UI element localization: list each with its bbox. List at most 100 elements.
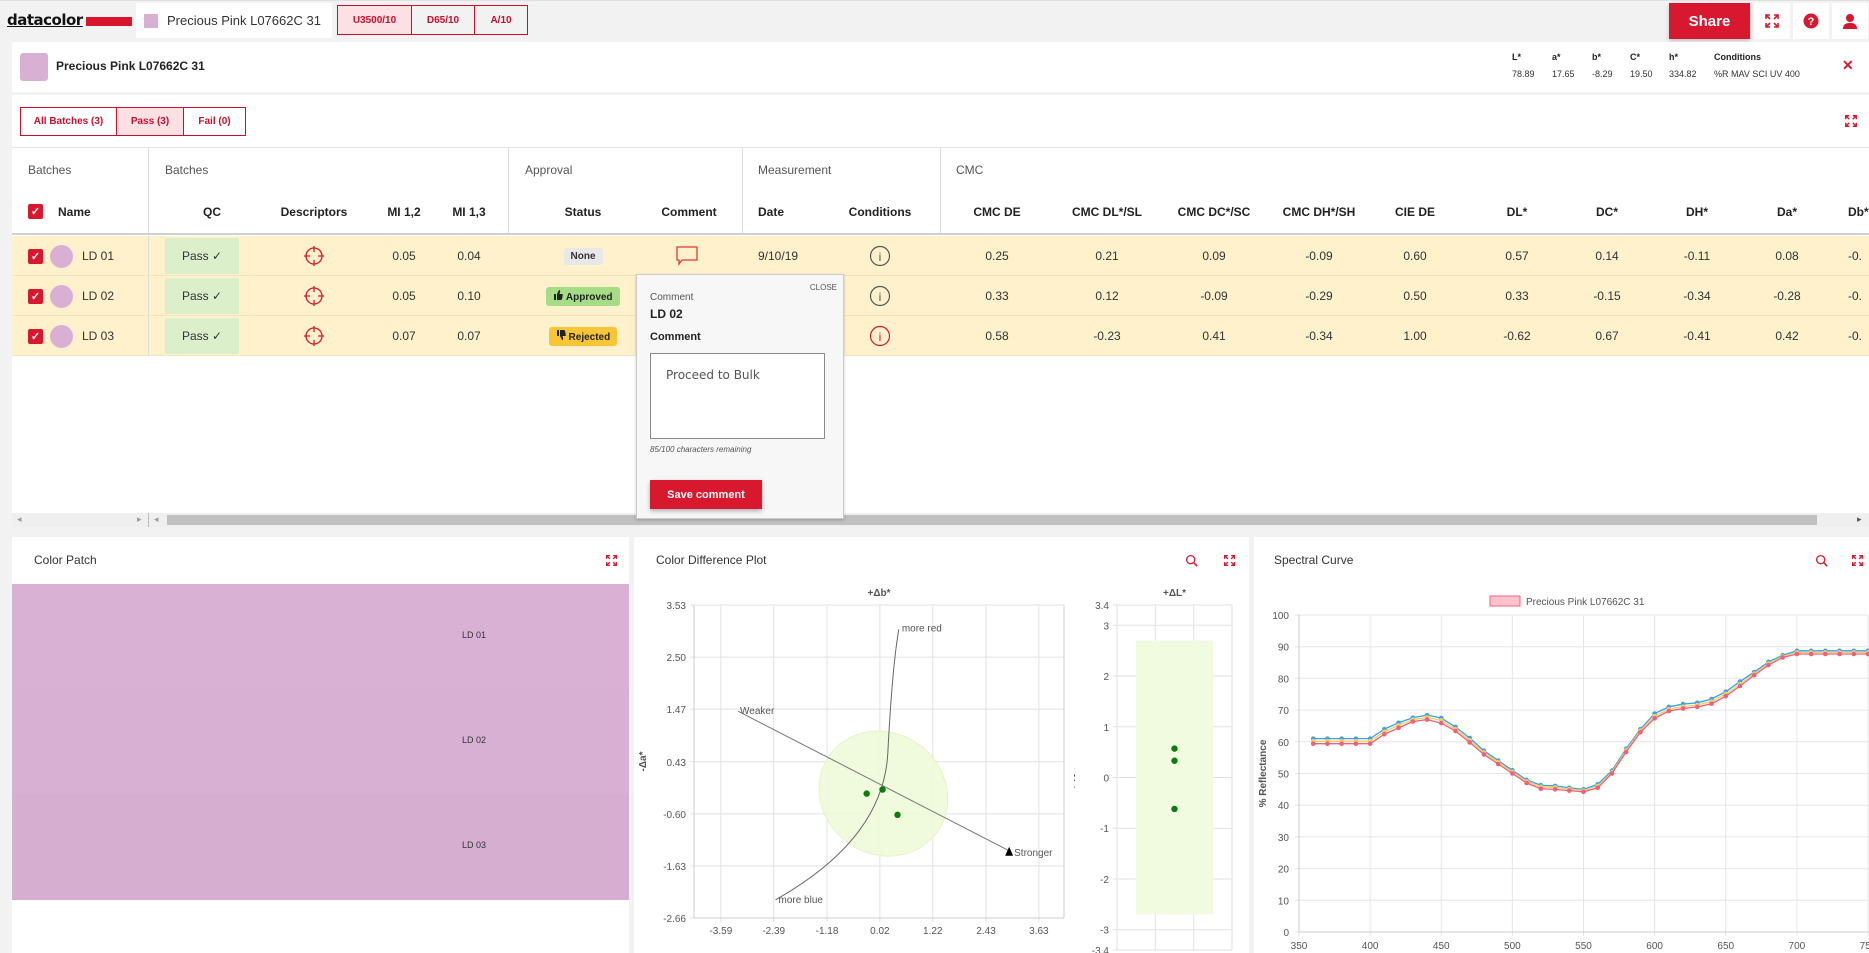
data-point bbox=[1453, 728, 1458, 734]
descriptors-button[interactable] bbox=[302, 236, 326, 276]
x-tick-label: 650 bbox=[1717, 941, 1734, 952]
col-dl[interactable]: DL* bbox=[1472, 205, 1562, 219]
select-all-checkbox[interactable]: ✓ bbox=[28, 204, 43, 219]
scroll-right-icon[interactable]: ▸ bbox=[1857, 514, 1862, 525]
color-difference-panel: Color Difference Plot +Δb* -Δa* 3.53 2.50 1.… bbox=[634, 537, 1249, 953]
header-swatch bbox=[20, 53, 48, 81]
col-qc[interactable]: QC bbox=[167, 205, 257, 219]
col-mi12[interactable]: MI 1,2 bbox=[374, 205, 434, 219]
scroll-right-icon[interactable]: ▸ bbox=[137, 514, 142, 525]
data-point bbox=[1851, 651, 1857, 657]
col-dc[interactable]: DC* bbox=[1562, 205, 1652, 219]
col-cmc-dc[interactable]: CMC DC*/SC bbox=[1159, 205, 1269, 219]
data-point bbox=[1794, 651, 1800, 657]
close-icon[interactable]: ✕ bbox=[1842, 57, 1854, 74]
standard-selector[interactable]: Precious Pink L07662C 31 bbox=[136, 3, 332, 38]
user-button[interactable] bbox=[1832, 3, 1868, 39]
horizontal-scrollbar[interactable]: ◂ ▸ ◂ ▸ bbox=[12, 513, 1869, 527]
legend-label: Precious Pink L07662C 31 bbox=[1526, 597, 1645, 608]
data-point bbox=[1339, 741, 1344, 747]
approval-status-badge[interactable]: Rejected bbox=[548, 326, 618, 346]
filter-pass[interactable]: Pass (3) bbox=[117, 108, 184, 135]
batch-name[interactable]: LD 02 bbox=[82, 276, 114, 316]
comment-icon bbox=[676, 246, 698, 266]
filter-fail[interactable]: Fail (0) bbox=[184, 108, 245, 135]
qc-pass-badge: Pass ✓ bbox=[165, 318, 239, 354]
chart-title: +Δb* bbox=[867, 588, 890, 599]
comment-popup: CLOSE Comment LD 02 Comment 85/100 chara… bbox=[636, 274, 844, 519]
patch-ld01 bbox=[12, 584, 629, 689]
group-batches-1: Batches bbox=[28, 163, 72, 177]
col-name[interactable]: Name bbox=[58, 205, 118, 219]
row-checkbox[interactable]: ✓ bbox=[28, 288, 43, 304]
save-comment-button[interactable]: Save comment bbox=[650, 480, 762, 509]
zoom-icon[interactable] bbox=[1185, 554, 1198, 567]
divider bbox=[148, 513, 149, 527]
col-cmc-dl[interactable]: CMC DL*/SL bbox=[1052, 205, 1162, 219]
row-checkbox[interactable]: ✓ bbox=[28, 328, 43, 344]
filter-all-batches[interactable]: All Batches (3) bbox=[21, 108, 117, 135]
data-point bbox=[863, 790, 870, 797]
y-tick-label: 50 bbox=[1278, 770, 1290, 781]
y-tick-label: 0 bbox=[1283, 928, 1289, 939]
y-tick-label: 20 bbox=[1278, 865, 1290, 876]
data-point bbox=[1595, 785, 1601, 791]
share-button[interactable]: Share bbox=[1669, 3, 1750, 39]
col-status[interactable]: Status bbox=[533, 205, 633, 219]
batch-name[interactable]: LD 03 bbox=[82, 316, 114, 356]
conditions-info-button[interactable]: i bbox=[867, 276, 893, 316]
col-cie-de[interactable]: CIE DE bbox=[1370, 205, 1460, 219]
close-button[interactable]: CLOSE bbox=[810, 283, 837, 292]
col-conditions[interactable]: Conditions bbox=[830, 205, 930, 219]
col-dh[interactable]: DH* bbox=[1652, 205, 1742, 219]
expand-icon[interactable] bbox=[1223, 554, 1236, 567]
annotation-more-blue: more blue bbox=[778, 895, 823, 906]
col-date[interactable]: Date bbox=[758, 205, 818, 219]
data-point bbox=[1353, 741, 1359, 747]
col-mi13[interactable]: MI 1,3 bbox=[439, 205, 499, 219]
dh-value: -0.41 bbox=[1683, 329, 1711, 343]
conditions-info-button[interactable]: i bbox=[867, 236, 893, 276]
expand-icon[interactable] bbox=[1851, 554, 1864, 567]
patch-ld03 bbox=[12, 794, 629, 900]
expand-icon[interactable] bbox=[605, 554, 618, 567]
batch-name[interactable]: LD 01 bbox=[82, 236, 114, 276]
scroll-left-icon[interactable]: ◂ bbox=[154, 514, 159, 525]
col-cmc-de[interactable]: CMC DE bbox=[952, 205, 1042, 219]
datacolor-logo: datacolor bbox=[7, 11, 83, 29]
approval-status-badge[interactable]: None bbox=[563, 247, 603, 265]
zoom-icon[interactable] bbox=[1815, 554, 1828, 567]
col-comment[interactable]: Comment bbox=[639, 205, 739, 219]
y-tick-label: -2 bbox=[1100, 875, 1109, 886]
lab-conditions: Conditions %R MAV SCI UV 400 bbox=[1714, 52, 1800, 79]
help-icon: ? bbox=[1803, 13, 1819, 29]
comment-input[interactable] bbox=[650, 353, 825, 439]
lab-l: L* 78.89 bbox=[1512, 52, 1535, 79]
cmc-de-value: 0.33 bbox=[985, 289, 1009, 303]
fullscreen-button[interactable] bbox=[1754, 3, 1790, 39]
data-point bbox=[1566, 788, 1572, 793]
comment-button[interactable] bbox=[672, 236, 702, 276]
descriptors-button[interactable] bbox=[302, 316, 326, 356]
scroll-left-icon[interactable]: ◂ bbox=[17, 514, 22, 525]
conditions-info-button[interactable]: i bbox=[867, 316, 893, 356]
thumbs-up-icon bbox=[554, 289, 564, 300]
row-checkbox[interactable]: ✓ bbox=[28, 248, 43, 264]
expand-icon[interactable] bbox=[1844, 114, 1858, 128]
table-row[interactable]: ✓ LD 03 Pass ✓ 0.07 0.07 Rejected i 0.58… bbox=[12, 316, 1869, 356]
col-db[interactable]: Db* bbox=[1848, 205, 1869, 219]
data-point bbox=[1438, 720, 1444, 726]
illuminant-tab-a[interactable]: A/10 bbox=[475, 6, 527, 34]
table-row[interactable]: ✓ LD 01 Pass ✓ 0.05 0.04 None 9/10/19 i … bbox=[12, 236, 1869, 276]
col-cmc-dh[interactable]: CMC DH*/SH bbox=[1264, 205, 1374, 219]
help-button[interactable]: ? bbox=[1793, 3, 1829, 39]
approval-status-badge[interactable]: Approved bbox=[546, 286, 620, 306]
illuminant-tab-u3500[interactable]: U3500/10 bbox=[338, 6, 412, 34]
illuminant-tab-d65[interactable]: D65/10 bbox=[412, 6, 475, 34]
descriptors-button[interactable] bbox=[302, 276, 326, 316]
table-row[interactable]: ✓ LD 02 Pass ✓ 0.05 0.10 Approved i 0.33… bbox=[12, 276, 1869, 316]
mi13-value: 0.04 bbox=[457, 249, 481, 263]
col-descriptors[interactable]: Descriptors bbox=[264, 205, 364, 219]
col-da[interactable]: Da* bbox=[1742, 205, 1832, 219]
scrollbar-thumb[interactable] bbox=[167, 515, 1817, 525]
